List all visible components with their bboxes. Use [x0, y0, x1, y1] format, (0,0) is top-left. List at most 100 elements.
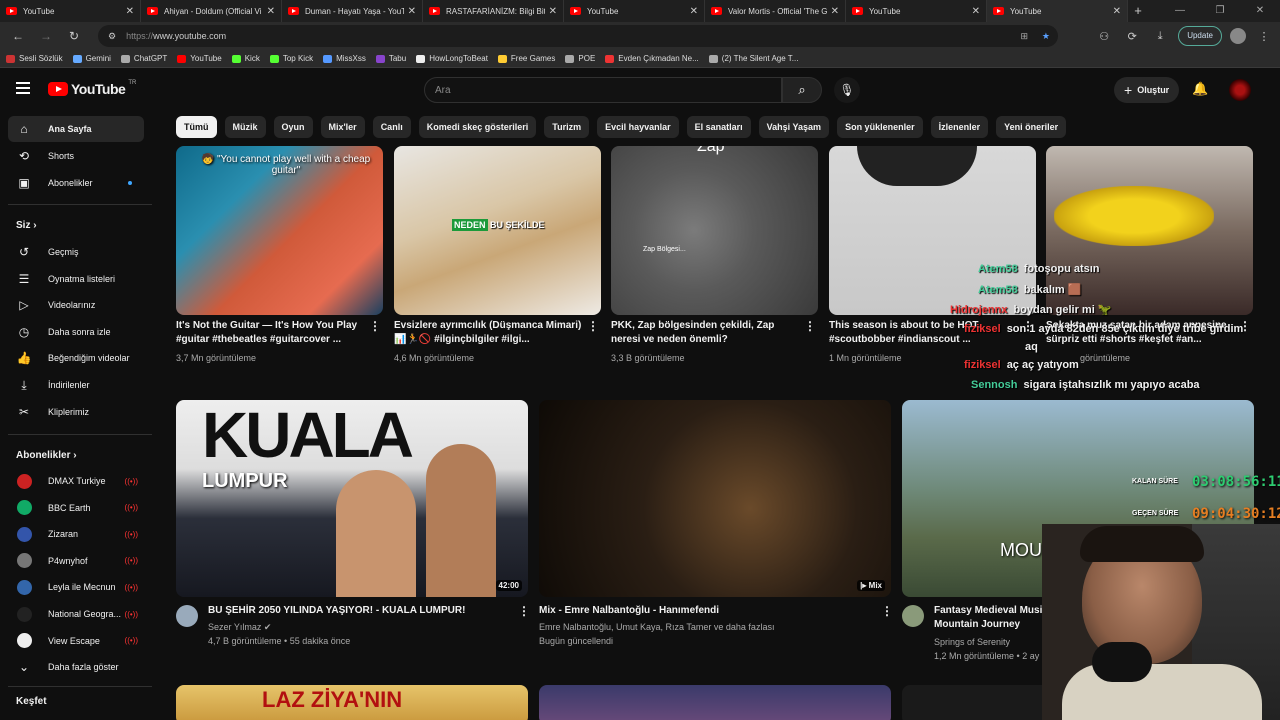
install-app-icon[interactable]: ⊞ — [1020, 31, 1028, 42]
extensions-icon[interactable]: ⚇ — [1094, 30, 1114, 43]
search-button[interactable]: ⌕ — [782, 77, 822, 103]
browser-menu-icon[interactable]: ⋮ — [1254, 30, 1274, 43]
sync-icon[interactable]: ⟳ — [1122, 30, 1142, 43]
bookmark-item[interactable]: Sesli Sözlük — [6, 54, 63, 63]
download-icon[interactable]: ⤓ — [1150, 30, 1170, 43]
more-actions-icon[interactable]: ⋮ — [587, 319, 599, 333]
bookmark-item[interactable]: Tabu — [375, 54, 406, 63]
video-thumbnail[interactable]: 🧒 "You cannot play well with a cheap gui… — [176, 146, 383, 315]
close-window-icon[interactable]: ✕ — [1240, 0, 1280, 22]
filter-chip[interactable]: Yeni öneriler — [996, 116, 1067, 138]
reload-icon[interactable]: ↻ — [62, 29, 86, 43]
profile-avatar[interactable] — [1230, 28, 1246, 44]
sidebar-item[interactable]: ◷ Daha sonra izle — [8, 319, 144, 345]
bookmark-star-icon[interactable]: ★ — [1042, 31, 1050, 42]
url-field[interactable]: ⚙ https://www.youtube.com ⊞ ★ — [98, 25, 1058, 47]
sidebar-item[interactable]: ↺ Geçmiş — [8, 239, 144, 265]
sidebar-item[interactable]: 👍 Beğendiğim videolar — [8, 345, 144, 371]
new-tab-button[interactable]: + — [1128, 0, 1148, 22]
filter-chip[interactable]: İzlenenler — [930, 116, 989, 138]
filter-chip[interactable]: Komedi skeç gösterileri — [418, 116, 537, 138]
filter-chip[interactable]: Tümü — [176, 116, 217, 138]
channel-name[interactable]: Emre Nalbantoğlu, Umut Kaya, Rıza Tamer … — [539, 620, 774, 634]
bookmark-item[interactable]: HowLongToBeat — [416, 54, 488, 63]
browser-tab[interactable]: Valor Mortis - Official 'The G ✕ — [705, 0, 846, 22]
browser-tab[interactable]: RASTAFARİANİZM: Bilgi Bitki ✕ — [423, 0, 564, 22]
bookmark-item[interactable]: YouTube — [177, 54, 222, 63]
sidebar-subscription[interactable]: Zizaran ((•)) — [8, 521, 144, 547]
forward-icon[interactable]: → — [34, 29, 58, 43]
filter-chip[interactable]: Müzik — [224, 116, 266, 138]
bookmark-item[interactable]: MissXss — [323, 54, 366, 63]
channel-name[interactable]: Sezer Yılmaz ✔ — [208, 620, 271, 634]
close-tab-icon[interactable]: ✕ — [126, 6, 134, 17]
close-tab-icon[interactable]: ✕ — [972, 6, 980, 17]
sidebar-subscription[interactable]: Leyla ile Mecnun ((•)) — [8, 574, 144, 600]
notifications-bell-icon[interactable]: 🔔 — [1192, 81, 1208, 97]
account-avatar[interactable] — [1229, 79, 1251, 101]
close-tab-icon[interactable]: ✕ — [408, 6, 416, 17]
close-tab-icon[interactable]: ✕ — [831, 6, 839, 17]
video-title[interactable]: BU ŞEHİR 2050 YILINDA YAŞIYOR! - KUALA L… — [208, 604, 508, 618]
sidebar-item[interactable]: ⤓ İndirilenler — [8, 372, 144, 398]
browser-tab[interactable]: YouTube ✕ — [0, 0, 141, 22]
sidebar-subscription[interactable]: BBC Earth ((•)) — [8, 495, 144, 521]
close-tab-icon[interactable]: ✕ — [1113, 6, 1121, 17]
sidebar-item[interactable]: ⌂ Ana Sayfa — [8, 116, 144, 142]
sidebar-subscription[interactable]: DMAX Turkiye ((•)) — [8, 468, 144, 494]
video-thumbnail[interactable]: NEDEN BU ŞEKİLDE — [394, 146, 601, 315]
close-tab-icon[interactable]: ✕ — [690, 6, 698, 17]
filter-chip[interactable]: Son yüklenenler — [837, 116, 923, 138]
update-button[interactable]: Update — [1178, 26, 1222, 46]
video-title[interactable]: Evsizlere ayrımcılık (Düşmanca Mimari) 📊… — [394, 319, 584, 347]
video-title[interactable]: PKK, Zap bölgesinden çekildi, Zap neresi… — [611, 319, 801, 347]
filter-chip[interactable]: Vahşi Yaşam — [758, 116, 830, 138]
bookmark-item[interactable]: POE — [565, 54, 595, 63]
bookmark-item[interactable]: Top Kick — [269, 54, 313, 63]
channel-avatar[interactable] — [902, 605, 924, 627]
you-section-header[interactable]: Siz › — [16, 220, 37, 231]
create-button[interactable]: + Oluştur — [1114, 77, 1180, 103]
video-title[interactable]: It's Not the Guitar — It's How You Play … — [176, 319, 366, 347]
sidebar-item[interactable]: ▣ Abonelikler — [8, 170, 144, 196]
search-input[interactable]: Ara — [424, 77, 782, 103]
video-thumbnail[interactable]: Zap Zap Bölgesi... — [611, 146, 818, 315]
sidebar-item[interactable]: ☰ Oynatma listeleri — [8, 266, 144, 292]
subscriptions-section-header[interactable]: Abonelikler › — [16, 450, 77, 461]
filter-chip[interactable]: Oyun — [273, 116, 313, 138]
show-more-button[interactable]: ⌄ Daha fazla göster — [8, 654, 144, 680]
maximize-icon[interactable]: ❐ — [1200, 0, 1240, 22]
voice-search-button[interactable]: 🎙 — [834, 77, 860, 103]
more-actions-icon[interactable]: ⋮ — [518, 604, 530, 618]
sidebar-subscription[interactable]: View Escape ((•)) — [8, 628, 144, 654]
video-thumbnail[interactable]: KUALA LUMPUR 42:00 — [176, 400, 528, 597]
filter-chip[interactable]: Evcil hayvanlar — [597, 116, 679, 138]
minimize-icon[interactable]: — — [1160, 0, 1200, 22]
close-tab-icon[interactable]: ✕ — [267, 6, 275, 17]
more-actions-icon[interactable]: ⋮ — [881, 604, 893, 618]
bookmark-item[interactable]: Free Games — [497, 54, 555, 63]
more-actions-icon[interactable]: ⋮ — [804, 319, 816, 333]
video-thumbnail[interactable]: |▸ Mix — [539, 400, 891, 597]
video-thumbnail[interactable]: LAZ ZİYA'NIN — [176, 685, 528, 720]
more-actions-icon[interactable]: ⋮ — [369, 319, 381, 333]
bookmark-item[interactable]: Evden Çıkmadan Ne... — [605, 54, 699, 63]
bookmark-item[interactable]: ChatGPT — [120, 54, 167, 63]
sidebar-subscription[interactable]: P4wnyhof ((•)) — [8, 548, 144, 574]
sidebar-item[interactable]: ✂ Kliplerimiz — [8, 399, 144, 425]
sidebar-subscription[interactable]: National Geogra... ((•)) — [8, 601, 144, 627]
browser-tab[interactable]: Ahiyan - Doldum (Official Vi ✕ — [141, 0, 282, 22]
browser-tab[interactable]: Duman - Hayatı Yaşa - YouTu ✕ — [282, 0, 423, 22]
menu-icon[interactable] — [16, 82, 30, 94]
bookmark-item[interactable]: Kick — [231, 54, 260, 63]
close-tab-icon[interactable]: ✕ — [549, 6, 557, 17]
video-title[interactable]: Mix - Emre Nalbantoğlu - Hanımefendi — [539, 604, 859, 618]
channel-name[interactable]: Springs of Serenity — [934, 635, 1010, 649]
browser-tab[interactable]: YouTube ✕ — [564, 0, 705, 22]
browser-tab[interactable]: YouTube ✕ — [987, 0, 1128, 22]
youtube-logo[interactable]: YouTube TR — [48, 80, 136, 97]
bookmark-item[interactable]: Gemini — [72, 54, 111, 63]
filter-chip[interactable]: Turizm — [544, 116, 590, 138]
video-thumbnail[interactable] — [539, 685, 891, 720]
site-info-icon[interactable]: ⚙ — [108, 31, 116, 42]
